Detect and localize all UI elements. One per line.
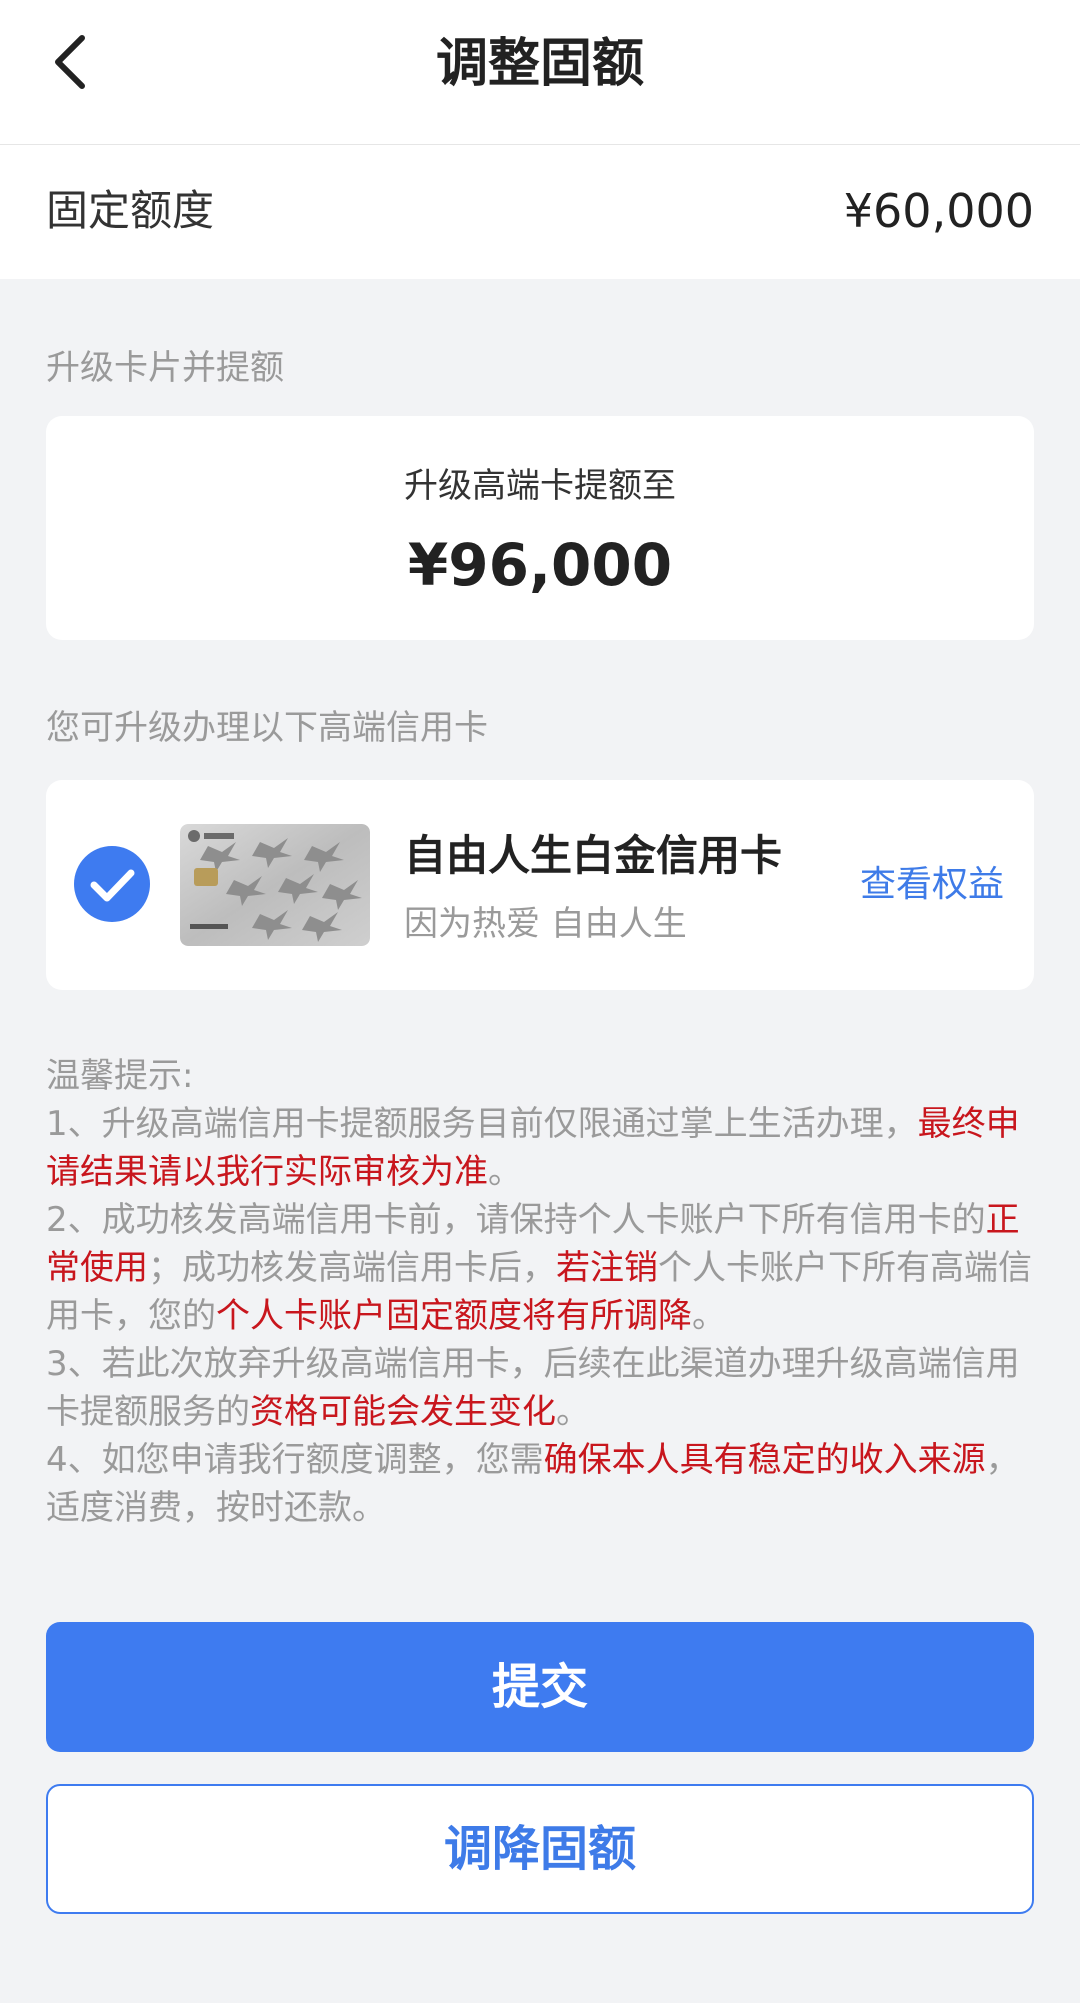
upgrade-caption: 升级高端卡提额至 xyxy=(404,466,676,506)
card-options-section-label: 您可升级办理以下高端信用卡 xyxy=(46,708,488,748)
tip-item-2: 2、成功核发高端信用卡前，请保持个人卡账户下所有信用卡的正常使用；成功核发高端信… xyxy=(46,1196,1036,1340)
check-circle-icon[interactable] xyxy=(74,846,150,922)
tip-item-3: 3、若此次放弃升级高端信用卡，后续在此渠道办理升级高端信用卡提额服务的资格可能会… xyxy=(46,1340,1036,1436)
tip-text: ；成功核发高端信用卡后， xyxy=(148,1248,556,1288)
upgrade-amount-card: 升级高端卡提额至 ¥96,000 xyxy=(46,416,1034,640)
tip-text: 4、如您申请我行额度调整，您需 xyxy=(46,1440,544,1480)
page-title: 调整固额 xyxy=(435,34,644,94)
tips-section: 温馨提示: 1、升级高端信用卡提额服务目前仅限通过掌上生活办理，最终申请结果请以… xyxy=(46,1052,1036,1532)
header-bar: 调整固额 xyxy=(0,0,1080,145)
tip-highlight: 资格可能会发生变化 xyxy=(250,1392,556,1432)
fixed-quota-row: 固定额度 ¥60,000 xyxy=(0,145,1080,279)
tip-item-4: 4、如您申请我行额度调整，您需确保本人具有稳定的收入来源，适度消费，按时还款。 xyxy=(46,1436,1036,1532)
tip-text: 。 xyxy=(692,1296,726,1336)
submit-button[interactable]: 提交 xyxy=(46,1622,1034,1752)
view-benefits-link[interactable]: 查看权益 xyxy=(860,862,1004,908)
tip-text: 2、成功核发高端信用卡前，请保持个人卡账户下所有信用卡的 xyxy=(46,1200,986,1240)
tip-item-1: 1、升级高端信用卡提额服务目前仅限通过掌上生活办理，最终申请结果请以我行实际审核… xyxy=(46,1100,1036,1196)
upgrade-amount: ¥96,000 xyxy=(407,531,673,599)
upgrade-section-label: 升级卡片并提额 xyxy=(46,348,284,388)
tip-text: 。 xyxy=(488,1152,522,1192)
card-slogan: 因为热爱 自由人生 xyxy=(404,904,687,944)
tip-text: 1、升级高端信用卡提额服务目前仅限通过掌上生活办理， xyxy=(46,1104,918,1144)
fixed-quota-value: ¥60,000 xyxy=(843,184,1034,238)
tips-title: 温馨提示: xyxy=(46,1056,194,1096)
tip-highlight: 若注销 xyxy=(556,1248,658,1288)
card-name: 自由人生白金信用卡 xyxy=(404,831,783,880)
card-option[interactable]: 自由人生白金信用卡 因为热爱 自由人生 查看权益 xyxy=(46,780,1034,990)
credit-card-image xyxy=(180,824,370,946)
tip-highlight: 个人卡账户固定额度将有所调降 xyxy=(216,1296,692,1336)
tip-highlight: 确保本人具有稳定的收入来源 xyxy=(543,1440,986,1480)
fixed-quota-label: 固定额度 xyxy=(46,186,215,235)
tip-text: 。 xyxy=(556,1392,590,1432)
reduce-quota-button[interactable]: 调降固额 xyxy=(46,1784,1034,1914)
